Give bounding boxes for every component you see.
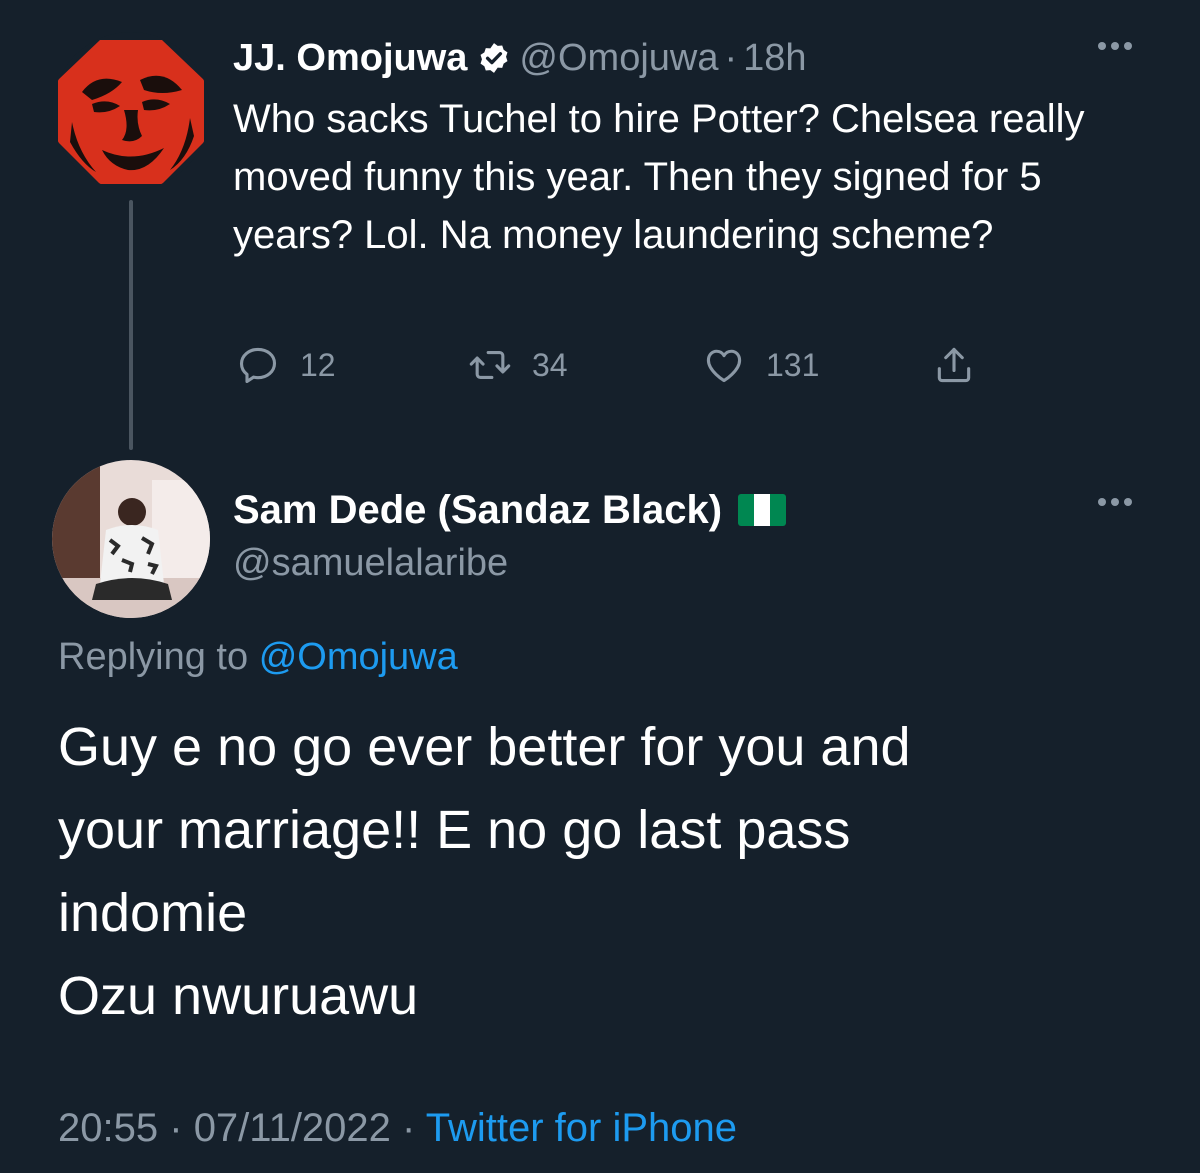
replying-to-mention[interactable]: @Omojuwa [259,636,458,678]
timestamp-date[interactable]: 07/11/2022 [194,1106,391,1150]
timestamp-time[interactable]: 20:55 [58,1106,158,1150]
footer-separator: · [402,1106,416,1150]
parent-tweet-text: Who sacks Tuchel to hire Potter? Chelsea… [233,97,1085,257]
parent-handle[interactable]: @Omojuwa [519,37,718,80]
like-count: 131 [766,346,820,383]
retweet-icon [469,350,511,380]
reply-text-line: indomie [58,883,248,943]
nigeria-flag-icon [738,494,787,526]
tweet-footer: 20:55 · 07/11/2022 · Twitter for iPhone [58,1106,737,1151]
replying-to-line: Replying to @Omojuwa [58,636,458,679]
more-icon[interactable] [1098,498,1132,506]
parent-tweet-header: JJ. Omojuwa @Omojuwa · 18h [233,30,807,86]
meta-separator: · [724,36,738,79]
avatar-image [52,32,210,190]
like-button[interactable]: 131 [702,340,819,390]
thread-connector-line [129,200,133,450]
like-icon [706,349,742,383]
parent-time-ago[interactable]: 18h [743,37,806,80]
reply-tweet-text: Guy e no go ever better for you and your… [58,706,1158,1038]
footer-separator: · [169,1106,183,1150]
avatar-image [52,460,210,618]
reply-button[interactable]: 12 [236,340,336,390]
reply-text-line: Ozu nwuruawu [58,966,419,1026]
reply-avatar[interactable] [52,460,210,618]
retweet-count: 34 [532,346,568,383]
reply-text-line: your marriage!! E no go last pass [58,800,851,860]
reply-text-line: Guy e no go ever better for you and [58,717,911,777]
share-button[interactable] [932,340,976,390]
parent-avatar[interactable] [52,32,210,190]
replying-to-label: Replying to [58,636,249,678]
parent-author-name[interactable]: JJ. Omojuwa [233,37,467,80]
reply-handle[interactable]: @samuelalaribe [233,542,508,585]
more-icon[interactable] [1098,42,1132,50]
share-icon [937,347,971,383]
tweet-source-link[interactable]: Twitter for iPhone [426,1106,737,1150]
retweet-button[interactable]: 34 [468,340,568,390]
reply-count: 12 [300,346,336,383]
reply-author-row: Sam Dede (Sandaz Black) [233,482,787,538]
reply-icon [239,347,277,384]
reply-author-name[interactable]: Sam Dede (Sandaz Black) [233,488,722,533]
verified-badge-icon [480,43,508,73]
